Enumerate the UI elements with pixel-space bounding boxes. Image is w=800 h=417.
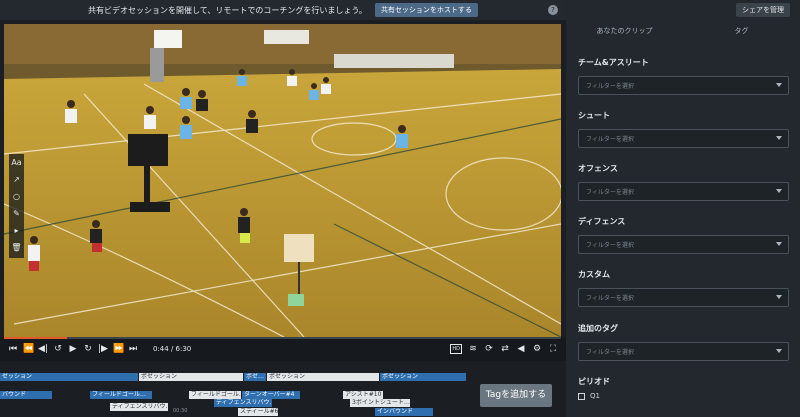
timeline-clip[interactable]: ポゼッション xyxy=(380,373,466,381)
fast-forward-icon[interactable]: ⏩ xyxy=(113,342,124,356)
timeline-tick-label: 00:30 xyxy=(173,408,188,414)
chevron-down-icon xyxy=(776,136,782,140)
help-icon[interactable]: ? xyxy=(548,5,558,15)
timeline-clip[interactable]: ポゼ… xyxy=(244,373,266,381)
tag-timeline: ゼッション ポゼッション ポゼ… ポゼッション ポゼッション バウンド フィール… xyxy=(0,361,566,417)
text-tool-icon[interactable]: Aa xyxy=(11,156,23,169)
manage-share-button[interactable]: シェアを管理 xyxy=(736,3,790,17)
filter-label: ディフェンス xyxy=(578,217,626,226)
add-tag-button[interactable]: Tagを追加する xyxy=(480,384,552,407)
timeline-clip[interactable]: アシスト#10 xyxy=(343,391,383,399)
filter-placeholder: フィルターを選択 xyxy=(586,295,634,302)
timeline-clip[interactable]: フィールドゴール… xyxy=(189,391,241,399)
settings-gear-icon[interactable]: ⚙ xyxy=(532,342,542,356)
filter-placeholder: フィルターを選択 xyxy=(586,242,634,249)
playback-buttons: ⏮ ⏪ ◀| ↺ ▶ ↻ |▶ ⏩ ⏭ 0:44 / 6:30 xyxy=(8,342,191,356)
tab-tags[interactable]: タグ xyxy=(683,26,800,40)
chevron-down-icon xyxy=(776,189,782,193)
video-review-app: 共有ビデオセッションを開催して、リモートでのコーチングを行いましょう。 共有セッ… xyxy=(0,0,800,417)
checkbox[interactable] xyxy=(578,392,585,400)
filter-placeholder: フィルターを選択 xyxy=(586,83,634,90)
timeline-clip[interactable]: 3ポイントシュート… xyxy=(350,399,410,407)
filter-select[interactable]: フィルターを選択 xyxy=(578,129,789,148)
pen-tool-icon[interactable]: ✎ xyxy=(11,207,23,220)
banner-message: 共有ビデオセッションを開催して、リモートでのコーチングを行いましょう。 xyxy=(88,5,367,15)
chevron-down-icon xyxy=(776,295,782,299)
timeline-clip[interactable]: バウンド xyxy=(0,391,52,399)
filter-label: シュート xyxy=(578,111,610,120)
video-player[interactable]: Aa ↗ ○ ✎ ▸ 🗑 xyxy=(4,24,561,337)
sync-icon[interactable]: ⟳ xyxy=(484,342,494,356)
trash-icon[interactable]: 🗑 xyxy=(11,241,23,254)
tab-your-clips[interactable]: あなたのクリップ xyxy=(566,26,683,40)
session-banner: 共有ビデオセッションを開催して、リモートでのコーチングを行いましょう。 共有セッ… xyxy=(0,0,566,20)
play-icon[interactable]: ▶ xyxy=(68,342,78,356)
filter-placeholder: フィルターを選択 xyxy=(586,189,634,196)
timeline-clip[interactable]: ポゼッション xyxy=(267,373,379,381)
filter-placeholder: フィルターを選択 xyxy=(586,136,634,143)
filter-label: チーム&アスリート xyxy=(578,58,649,67)
rewind-icon[interactable]: ⏪ xyxy=(23,342,34,356)
quality-badge[interactable]: HD xyxy=(450,344,462,354)
step-back-icon[interactable]: ◀| xyxy=(38,342,48,356)
period-option-label: Q1 xyxy=(590,392,600,400)
timeline-clip[interactable]: ターンオーバー#4 xyxy=(242,391,300,399)
filter-select[interactable]: フィルターを選択 xyxy=(578,288,789,307)
filter-select[interactable]: フィルターを選択 xyxy=(578,182,789,201)
gym-court-frame xyxy=(4,24,561,337)
timeline-clip[interactable]: ポゼッション xyxy=(139,373,243,381)
filter-select[interactable]: フィルターを選択 xyxy=(578,76,789,95)
filter-label: オフェンス xyxy=(578,164,618,173)
filter-label: 追加のタグ xyxy=(578,324,618,333)
chevron-down-icon xyxy=(776,242,782,246)
skip-start-icon[interactable]: ⏮ xyxy=(8,342,18,356)
filter-label: カスタム xyxy=(578,270,610,279)
timeline-clip[interactable]: スティール#6 xyxy=(238,408,278,416)
panel-tabs: あなたのクリップ タグ xyxy=(566,26,800,40)
filter-select[interactable]: フィルターを選択 xyxy=(578,342,789,361)
timeline-clip[interactable]: ゼッション xyxy=(0,373,138,381)
forward-10-icon[interactable]: ↻ xyxy=(83,342,93,356)
filter-select[interactable]: フィルターを選択 xyxy=(578,235,789,254)
loop-icon[interactable]: ⇄ xyxy=(500,342,510,356)
timeline-clip[interactable]: インバウンド xyxy=(375,408,433,416)
seek-progress xyxy=(4,337,67,339)
fullscreen-icon[interactable]: ⛶ xyxy=(548,342,558,356)
speed-icon[interactable]: ≋ xyxy=(468,342,478,356)
step-forward-icon[interactable]: |▶ xyxy=(98,342,108,356)
player-controls: ⏮ ⏪ ◀| ↺ ▶ ↻ |▶ ⏩ ⏭ 0:44 / 6:30 HD ≋ ⟳ ⇄… xyxy=(0,337,566,361)
skip-end-icon[interactable]: ⏭ xyxy=(128,342,138,356)
period-option[interactable]: Q1 xyxy=(578,392,600,400)
chevron-down-icon xyxy=(776,349,782,353)
circle-tool-icon[interactable]: ○ xyxy=(11,190,23,203)
drawing-toolbar: Aa ↗ ○ ✎ ▸ 🗑 xyxy=(9,154,24,258)
timeline-clip[interactable]: ディフェンスリバウ… xyxy=(214,399,272,407)
pointer-tool-icon[interactable]: ▸ xyxy=(11,224,23,237)
period-label: ピリオド xyxy=(578,377,610,386)
time-display: 0:44 / 6:30 xyxy=(153,345,192,353)
replay-icon[interactable]: ↺ xyxy=(53,342,63,356)
chevron-down-icon xyxy=(776,83,782,87)
seek-bar[interactable] xyxy=(4,337,561,339)
player-options: HD ≋ ⟳ ⇄ ◀ ⚙ ⛶ xyxy=(450,342,558,356)
timeline-clip[interactable]: ディフェンスリバウ… xyxy=(110,403,168,411)
filter-panel: シェアを管理 あなたのクリップ タグ チーム&アスリート フィルターを選択 シュ… xyxy=(566,0,800,417)
arrow-tool-icon[interactable]: ↗ xyxy=(11,173,23,186)
volume-icon[interactable]: ◀ xyxy=(516,342,526,356)
timeline-clip[interactable]: フィールドゴール… xyxy=(90,391,152,399)
filter-placeholder: フィルターを選択 xyxy=(586,349,634,356)
host-session-button[interactable]: 共有セッションをホストする xyxy=(374,3,478,17)
